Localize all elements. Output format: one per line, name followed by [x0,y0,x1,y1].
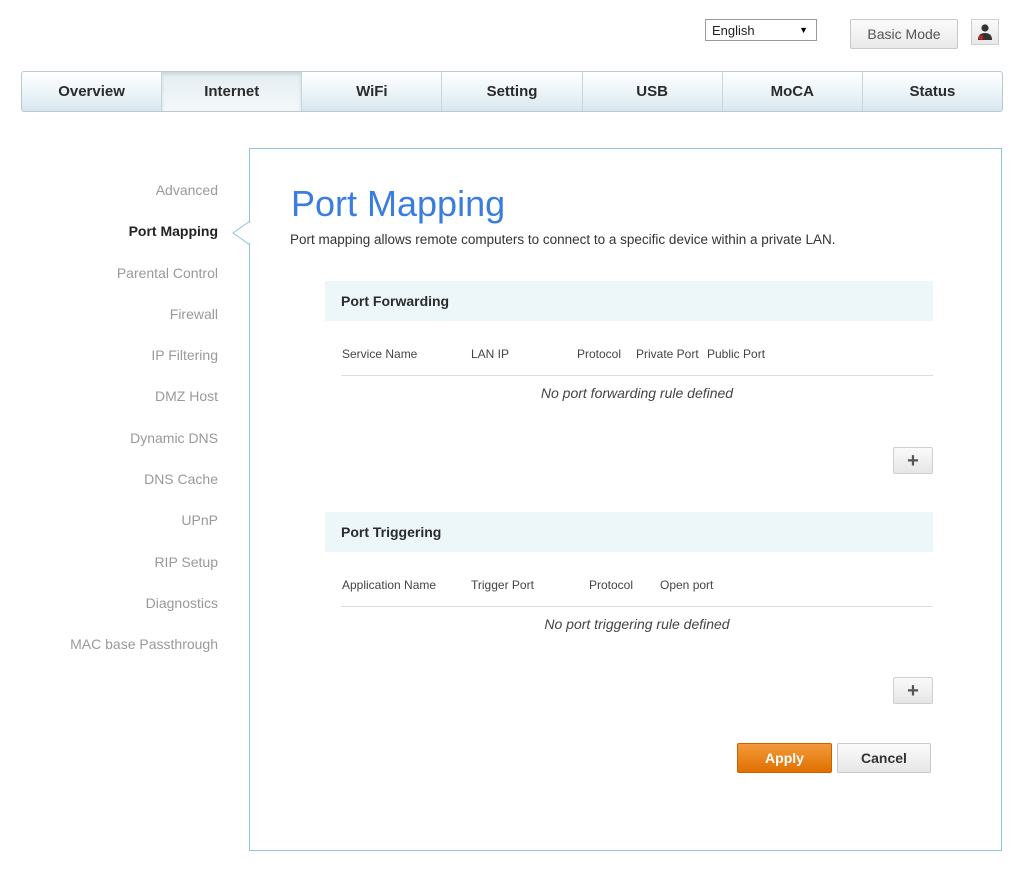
dropdown-arrow-icon: ▼ [799,25,808,35]
col-application-name: Application Name [342,578,437,592]
language-select-value: English [712,22,755,38]
sidebar-item-dmz-host[interactable]: DMZ Host [0,378,218,419]
col-trigger-port: Trigger Port [471,578,534,592]
col-open-port: Open port [660,578,714,592]
sidebar-item-dns-cache[interactable]: DNS Cache [0,461,218,502]
sidebar-item-parental-control[interactable]: Parental Control [0,255,218,296]
basic-mode-button[interactable]: Basic Mode [850,19,958,49]
port-triggering-empty-message: No port triggering rule defined [544,616,730,632]
sidebar: Advanced Port Mapping Parental Control F… [0,172,218,668]
tab-overview[interactable]: Overview [22,72,163,111]
col-protocol: Protocol [577,347,622,361]
add-port-triggering-button[interactable]: + [893,677,933,704]
sidebar-item-dynamic-dns[interactable]: Dynamic DNS [0,420,218,461]
tab-usb[interactable]: USB [583,72,723,111]
sidebar-item-diagnostics[interactable]: Diagnostics [0,585,218,626]
plus-icon: + [907,449,919,472]
col-lan-ip: LAN IP [471,347,510,361]
col-private-port: Private Port [636,347,699,361]
main-nav: Overview Internet WiFi Setting USB MoCA … [21,71,1003,112]
plus-icon: + [907,679,919,702]
col-service-name: Service Name [342,347,418,361]
apply-button[interactable]: Apply [737,743,832,773]
sidebar-item-ip-filtering[interactable]: IP Filtering [0,337,218,378]
sidebar-item-mac-base-passthrough[interactable]: MAC base Passthrough [0,626,218,667]
sidebar-item-rip-setup[interactable]: RIP Setup [0,544,218,585]
port-forwarding-heading: Port Forwarding [325,281,933,321]
page-title: Port Mapping [291,183,506,224]
sidebar-item-firewall[interactable]: Firewall [0,296,218,337]
sidebar-item-advanced[interactable]: Advanced [0,172,218,213]
sidebar-item-port-mapping[interactable]: Port Mapping [0,213,218,254]
divider [341,606,933,607]
tab-wifi[interactable]: WiFi [302,72,443,111]
sidebar-item-upnp[interactable]: UPnP [0,502,218,543]
add-port-forwarding-button[interactable]: + [893,447,933,474]
tab-status[interactable]: Status [863,72,1002,111]
divider [341,375,933,376]
user-button[interactable] [971,19,999,45]
user-icon [978,24,992,40]
language-select[interactable]: English ▼ [705,19,817,41]
col-protocol: Protocol [589,578,634,592]
port-triggering-heading: Port Triggering [325,512,933,552]
cancel-button[interactable]: Cancel [837,743,931,773]
tab-setting[interactable]: Setting [442,72,583,111]
port-forwarding-empty-message: No port forwarding rule defined [540,385,734,401]
tab-internet[interactable]: Internet [162,72,303,111]
page-description: Port mapping allows remote computers to … [290,232,836,247]
tab-moca[interactable]: MoCA [723,72,863,111]
active-pointer-arrow [232,221,253,245]
col-public-port: Public Port [707,347,766,361]
